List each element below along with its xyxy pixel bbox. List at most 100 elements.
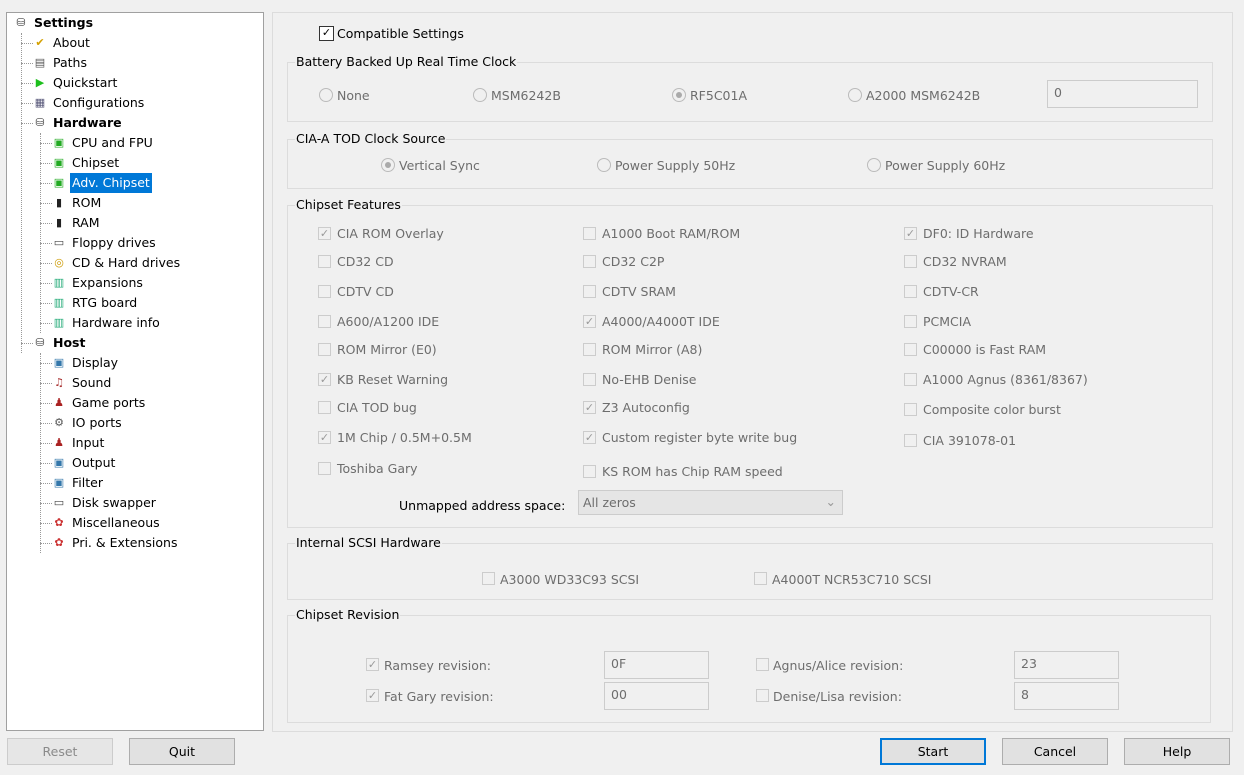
toshiba-gary-checkbox[interactable] — [318, 462, 331, 475]
tree-item-io-ports[interactable]: ⚙ IO ports — [40, 413, 124, 433]
tree-item-rom[interactable]: ▮ ROM — [40, 193, 103, 213]
tree-item-cpu-and-fpu[interactable]: ▣ CPU and FPU — [40, 133, 155, 153]
fat-gary-revision-checkbox[interactable]: ✓ — [366, 689, 379, 702]
ramsey-revision-checkbox[interactable]: ✓ — [366, 658, 379, 671]
cd32-c2p-checkbox[interactable] — [583, 255, 596, 268]
ramsey-revision-input[interactable]: 0F — [604, 651, 709, 679]
tree-item-adv-chipset[interactable]: ▣ Adv. Chipset — [40, 173, 152, 193]
no-ehb-denise-checkbox[interactable] — [583, 373, 596, 386]
agnus-revision-input[interactable]: 23 — [1014, 651, 1119, 679]
rtc-msm6242b-label: MSM6242B — [491, 88, 561, 103]
tree-item-configurations[interactable]: ▦ Configurations — [21, 93, 146, 113]
a600-a1200-ide-checkbox[interactable] — [318, 315, 331, 328]
cdtv-cr-checkbox[interactable] — [904, 285, 917, 298]
compatible-settings-checkbox[interactable]: ✓ — [319, 26, 334, 41]
quit-button[interactable]: Quit — [129, 738, 235, 765]
tree-line — [40, 183, 52, 184]
cia-391078-01-checkbox[interactable] — [904, 434, 917, 447]
tree-item-expansions[interactable]: ▥ Expansions — [40, 273, 145, 293]
tree-item-game-ports[interactable]: ♟ Game ports — [40, 393, 147, 413]
start-button[interactable]: Start — [880, 738, 986, 765]
ks-rom-has-chip-ram-speed-checkbox[interactable] — [583, 465, 596, 478]
rtc-adjust-input[interactable]: 0 — [1047, 80, 1198, 108]
tree-item-filter[interactable]: ▣ Filter — [40, 473, 105, 493]
composite-color-burst-checkbox[interactable] — [904, 403, 917, 416]
cancel-button[interactable]: Cancel — [1002, 738, 1108, 765]
tree-item-miscellaneous[interactable]: ✿ Miscellaneous — [40, 513, 162, 533]
tree-item-input[interactable]: ♟ Input — [40, 433, 106, 453]
tree-line — [21, 343, 33, 344]
joystick-icon: ♟ — [54, 436, 64, 449]
unmapped-address-select[interactable]: All zeros ⌄ — [578, 490, 843, 515]
tree-item-label: Adv. Chipset — [70, 173, 152, 193]
z3-autoconfig-checkbox[interactable]: ✓ — [583, 401, 596, 414]
1m-chip-0-5m-0-5m-checkbox[interactable]: ✓ — [318, 431, 331, 444]
chip-icon: ▣ — [53, 156, 65, 169]
a3000-scsi-checkbox[interactable] — [482, 572, 495, 585]
tree-item-hardware[interactable]: ⛁ Hardware — [21, 113, 124, 133]
cd32-cd-checkbox[interactable] — [318, 255, 331, 268]
tree-item-sound[interactable]: ♫ Sound — [40, 373, 113, 393]
tree-item-cd-hard-drives[interactable]: ◎ CD & Hard drives — [40, 253, 182, 273]
reset-button[interactable]: Reset — [7, 738, 113, 765]
a4000-a4000t-ide-checkbox[interactable]: ✓ — [583, 315, 596, 328]
custom-register-byte-write-bug-checkbox[interactable]: ✓ — [583, 431, 596, 444]
a1000-boot-ram-rom-checkbox[interactable] — [583, 227, 596, 240]
misc-icon: ✿ — [54, 536, 64, 549]
tree-item-disk-swapper[interactable]: ▭ Disk swapper — [40, 493, 158, 513]
floppy-icon: ▭ — [53, 236, 65, 249]
tree-item-hardware-info[interactable]: ▥ Hardware info — [40, 313, 162, 333]
tree-item-ram[interactable]: ▮ RAM — [40, 213, 102, 233]
fat-gary-revision-input[interactable]: 00 — [604, 682, 709, 710]
rtc-none-label: None — [337, 88, 370, 103]
tree-item-pri-extensions[interactable]: ✿ Pri. & Extensions — [40, 533, 179, 553]
memory-icon: ▮ — [55, 196, 63, 209]
scsi-group: Internal SCSI Hardware — [287, 535, 1213, 600]
cia-rom-overlay-checkbox[interactable]: ✓ — [318, 227, 331, 240]
a3000-scsi-label: A3000 WD33C93 SCSI — [500, 572, 640, 587]
tree-item-label: Filter — [72, 475, 103, 490]
denise-revision-checkbox[interactable] — [756, 689, 769, 702]
tree-item-output[interactable]: ▣ Output — [40, 453, 117, 473]
tree-line — [21, 83, 33, 84]
cdtv-sram-checkbox[interactable] — [583, 285, 596, 298]
composite-color-burst-label: Composite color burst — [923, 402, 1061, 417]
cd32-nvram-checkbox[interactable] — [904, 255, 917, 268]
z3-autoconfig-label: Z3 Autoconfig — [602, 400, 690, 415]
tree-line — [40, 283, 52, 284]
tree-item-rtg-board[interactable]: ▥ RTG board — [40, 293, 139, 313]
rom-mirror-a8-checkbox[interactable] — [583, 343, 596, 356]
cia-tod-bug-checkbox[interactable] — [318, 401, 331, 414]
rtc-a2000-radio[interactable] — [848, 88, 862, 102]
tod-vsync-radio[interactable] — [381, 158, 395, 172]
tree-item-host[interactable]: ⛁ Host — [21, 333, 87, 353]
a1000-agnus-8361-8367-checkbox[interactable] — [904, 373, 917, 386]
rtc-rf5c01a-radio[interactable] — [672, 88, 686, 102]
tree-line — [21, 43, 33, 44]
help-button[interactable]: Help — [1124, 738, 1230, 765]
denise-revision-input[interactable]: 8 — [1014, 682, 1119, 710]
rom-mirror-e0-checkbox[interactable] — [318, 343, 331, 356]
settings-tree[interactable]: ⛁ Settings ✔ About ▤ Paths ▶ Quickstart ▦ Configu… — [6, 12, 264, 731]
tree-item-about[interactable]: ✔ About — [21, 33, 92, 53]
tree-item-display[interactable]: ▣ Display — [40, 353, 120, 373]
rtc-none-radio[interactable] — [319, 88, 333, 102]
tree-item-quickstart[interactable]: ▶ Quickstart — [21, 73, 119, 93]
chip-icon: ▣ — [53, 176, 65, 189]
agnus-revision-checkbox[interactable] — [756, 658, 769, 671]
rtc-msm6242b-radio[interactable] — [473, 88, 487, 102]
tree-item-paths[interactable]: ▤ Paths — [21, 53, 89, 73]
chipset-features-title: Chipset Features — [295, 197, 402, 212]
tod-50hz-radio[interactable] — [597, 158, 611, 172]
tod-60hz-radio[interactable] — [867, 158, 881, 172]
tree-item-chipset[interactable]: ▣ Chipset — [40, 153, 121, 173]
kb-reset-warning-checkbox[interactable]: ✓ — [318, 373, 331, 386]
c00000-is-fast-ram-checkbox[interactable] — [904, 343, 917, 356]
cdtv-cd-checkbox[interactable] — [318, 285, 331, 298]
tree-item-floppy-drives[interactable]: ▭ Floppy drives — [40, 233, 158, 253]
a4000t-scsi-checkbox[interactable] — [754, 572, 767, 585]
tree-item-settings[interactable]: ⛁ Settings — [13, 13, 95, 33]
tree-item-label: Paths — [53, 55, 87, 70]
df0-id-hardware-checkbox[interactable]: ✓ — [904, 227, 917, 240]
pcmcia-checkbox[interactable] — [904, 315, 917, 328]
